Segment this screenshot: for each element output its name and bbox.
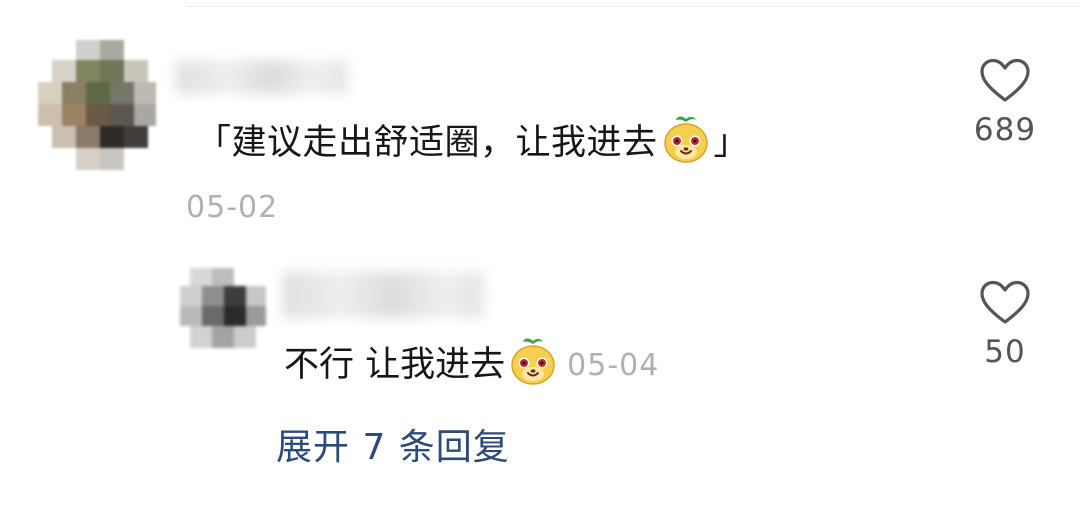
- comment-text-body: 「建议走出舒适圈，让我进去: [196, 123, 658, 163]
- reply-text-body: 不行 让我进去: [284, 345, 506, 385]
- reply-text: 不行 让我进去 05-04: [284, 338, 660, 392]
- top-divider: [186, 6, 1080, 7]
- reply-like-button[interactable]: 50: [960, 280, 1050, 370]
- heart-icon: [980, 58, 1030, 102]
- heart-icon: [980, 280, 1030, 324]
- reply-like-count: 50: [984, 334, 1026, 370]
- reply-username-blurred[interactable]: [282, 272, 484, 318]
- smiling-bean-emoji-icon: [511, 338, 555, 385]
- like-count: 689: [973, 112, 1037, 148]
- smiling-bean-emoji-icon: [663, 116, 708, 163]
- reply-date: 05-04: [567, 348, 660, 383]
- like-button[interactable]: 689: [960, 58, 1050, 148]
- username-blurred[interactable]: [176, 60, 348, 94]
- avatar[interactable]: [38, 40, 156, 170]
- comment-date: 05-02: [186, 190, 279, 225]
- reply-avatar[interactable]: [180, 268, 266, 348]
- comment-text-close: 」: [713, 123, 750, 163]
- expand-replies-link[interactable]: 展开 7 条回复: [276, 418, 510, 470]
- comment-text: 「建议走出舒适圈，让我进去 」: [196, 116, 750, 170]
